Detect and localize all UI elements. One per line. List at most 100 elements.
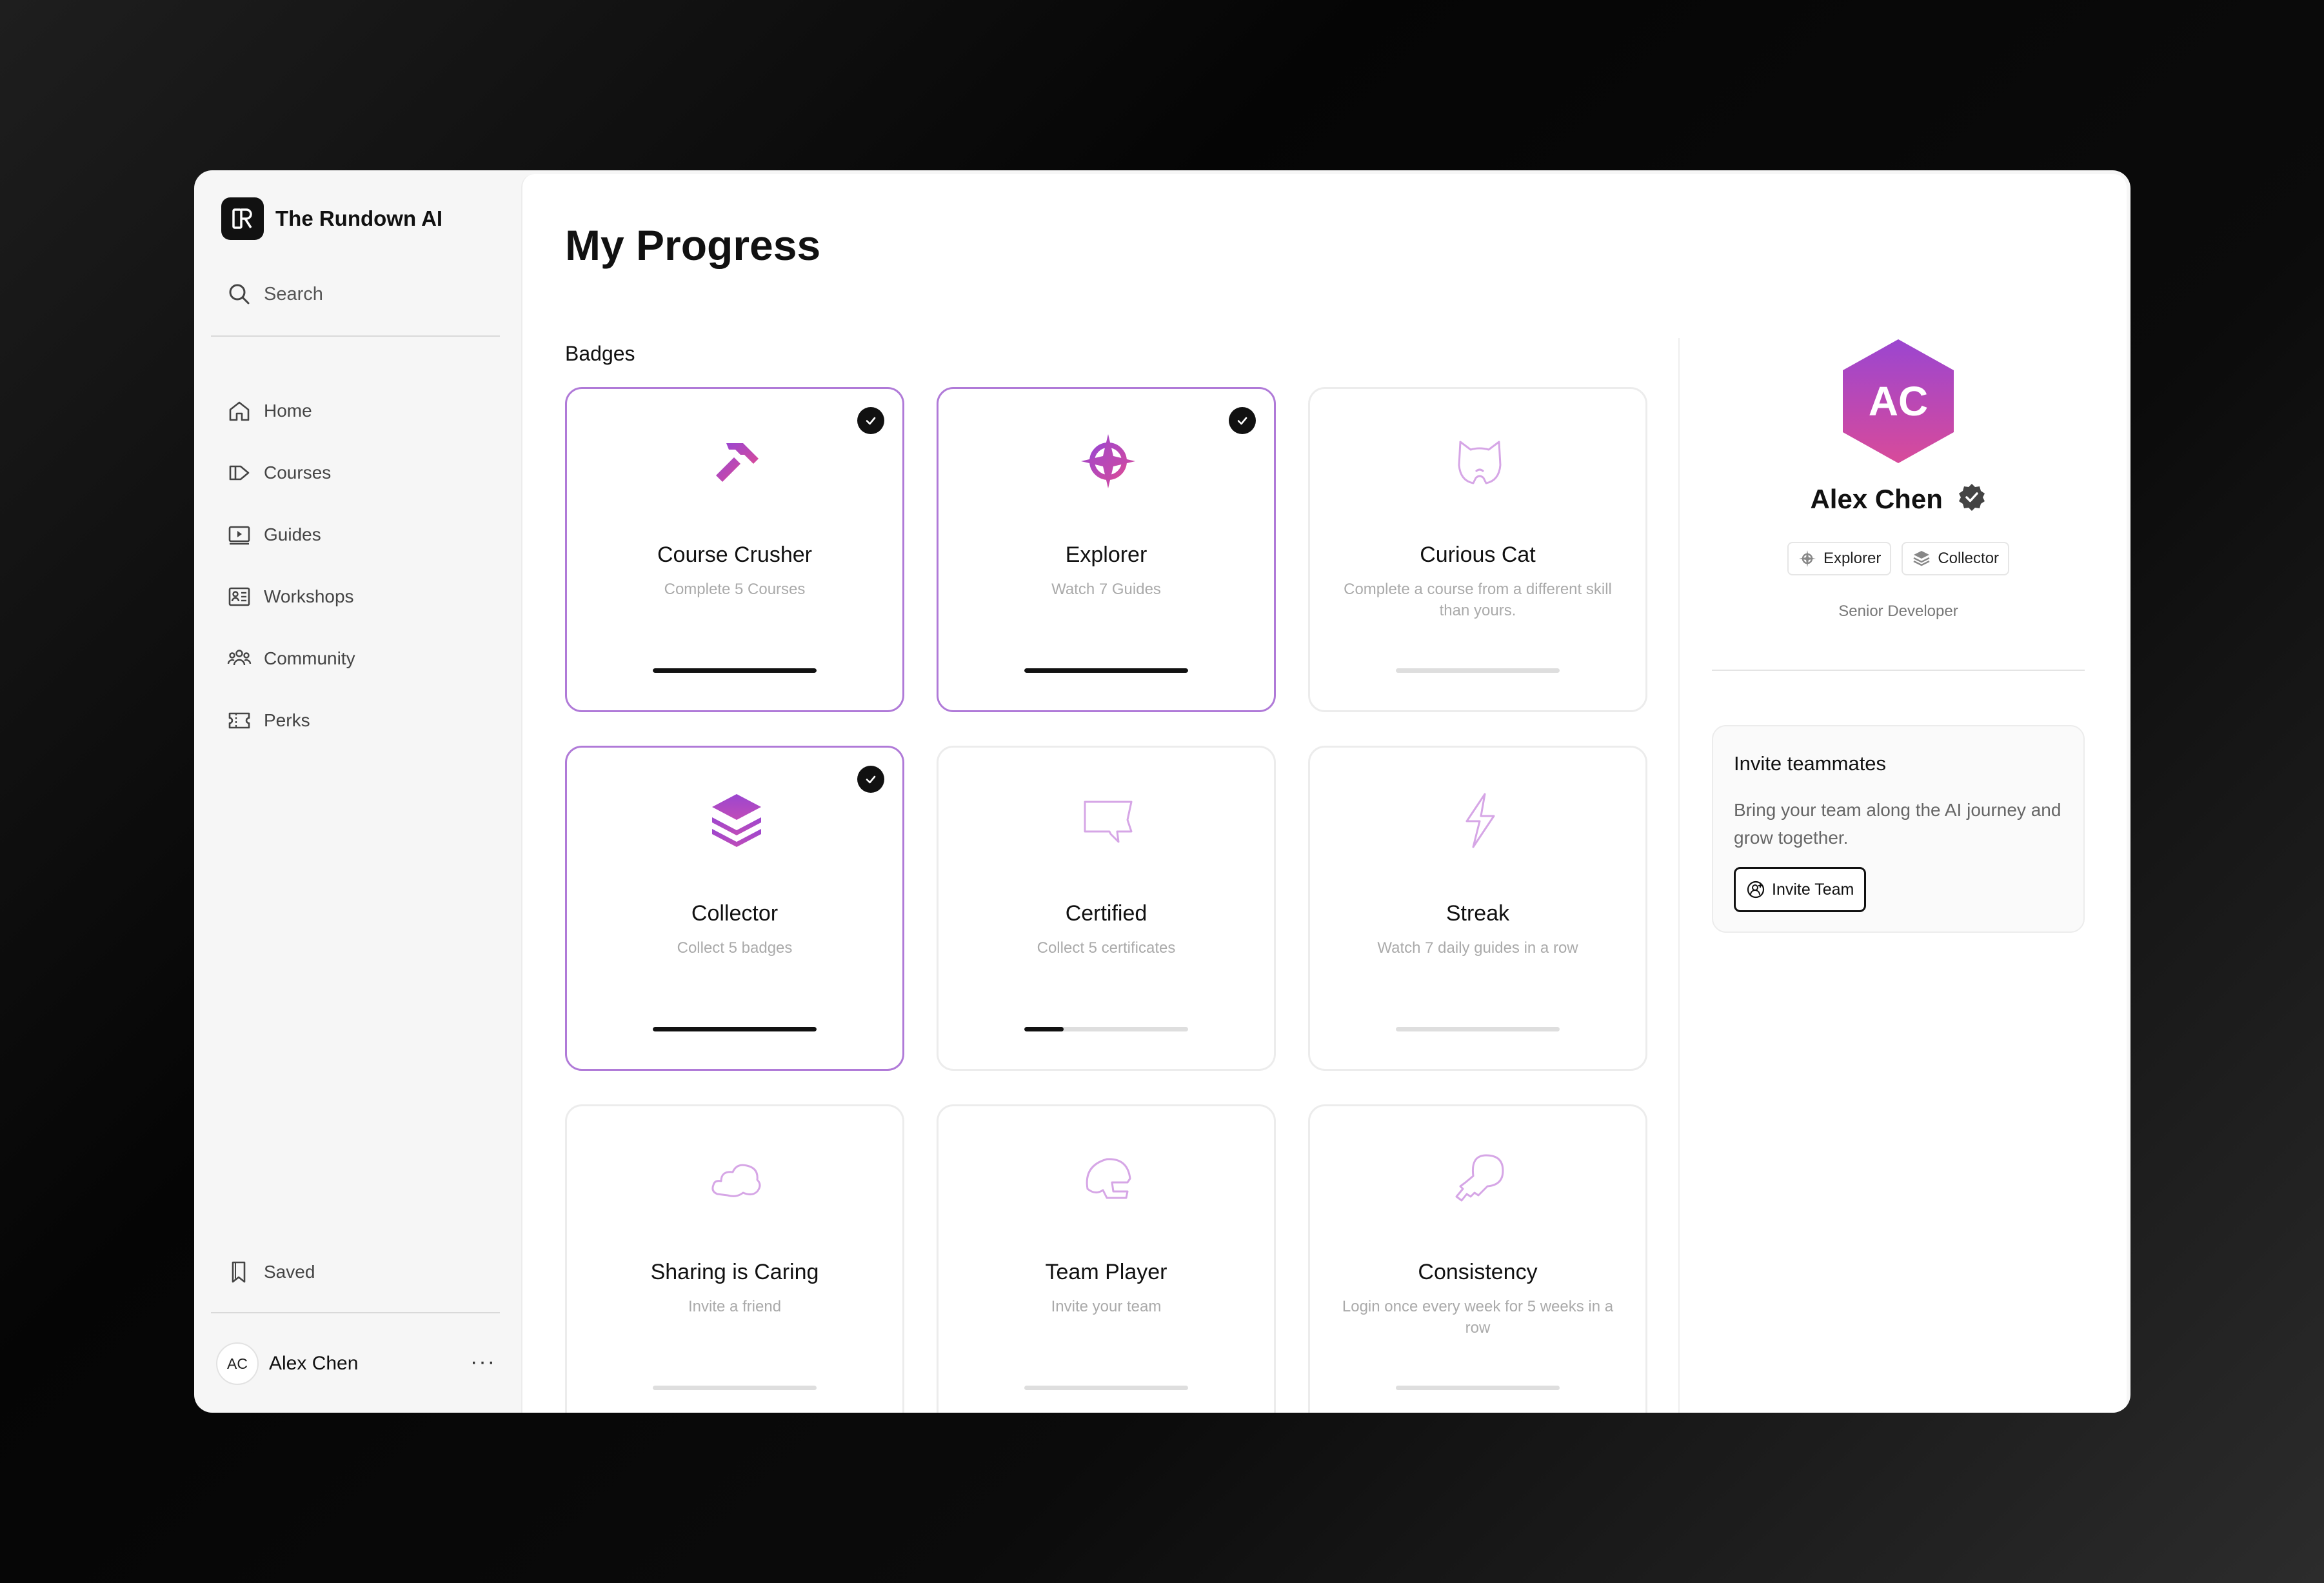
badge-card-explorer[interactable]: Explorer Watch 7 Guides	[937, 387, 1276, 712]
badge-name: Course Crusher	[657, 543, 812, 567]
badge-description: Collect 5 certificates	[1037, 939, 1176, 957]
invite-description: Bring your team along the AI journey and…	[1734, 800, 2061, 848]
badge-card-team-player[interactable]: Team Player Invite your team	[937, 1104, 1276, 1413]
app-window: The Rundown AI Search Home Courses Guide…	[194, 170, 2130, 1413]
badge-name: Team Player	[1045, 1260, 1167, 1284]
user-name: Alex Chen	[269, 1353, 359, 1374]
sidebar-item-perks[interactable]: Perks	[226, 690, 355, 752]
user-menu[interactable]: AC Alex Chen ···	[216, 1340, 500, 1387]
panel-divider	[1678, 338, 1680, 1413]
profile-divider	[1712, 670, 2085, 671]
badge-description: Invite your team	[1051, 1298, 1162, 1315]
progress-bar	[1024, 1386, 1188, 1390]
sidebar-item-label: Courses	[264, 463, 332, 483]
progress-bar	[1396, 1386, 1560, 1390]
rundown-logo-icon	[221, 197, 264, 240]
page-title: My Progress	[565, 221, 821, 269]
search-icon	[229, 284, 250, 304]
badges-heading: Badges	[565, 342, 635, 365]
sidebar-item-courses[interactable]: Courses	[226, 442, 355, 504]
community-icon	[227, 650, 252, 666]
badge-card-collector[interactable]: Collector Collect 5 badges	[565, 746, 904, 1071]
brand-name: The Rundown AI	[275, 206, 443, 230]
lightning-icon	[1465, 793, 1495, 848]
badge-name: Consistency	[1418, 1260, 1538, 1284]
sidebar: The Rundown AI Search Home Courses Guide…	[194, 170, 521, 1413]
search-button[interactable]: Search	[226, 279, 323, 310]
perks-icon	[228, 712, 250, 729]
compass-icon	[1798, 550, 1816, 567]
badge-name: Sharing is Caring	[650, 1260, 819, 1284]
badge-card-consistency[interactable]: Consistency Login once every week for 5 …	[1308, 1104, 1647, 1413]
badge-card-certified[interactable]: Certified Collect 5 certificates	[937, 746, 1276, 1071]
progress-bar	[1024, 668, 1188, 673]
badge-card-sharing-is-caring[interactable]: Sharing is Caring Invite a friend	[565, 1104, 904, 1413]
sidebar-item-label: Home	[264, 401, 312, 421]
badge-name: Explorer	[1065, 543, 1147, 567]
badge-card-course-crusher[interactable]: Course Crusher Complete 5 Courses	[565, 387, 904, 712]
badge-description: Login once every week for 5 weeks in a r…	[1342, 1298, 1614, 1337]
profile-name-row: Alex Chen	[1712, 483, 2085, 515]
invite-title: Invite teammates	[1734, 752, 1887, 775]
invite-card: Invite teammates Bring your team along t…	[1712, 725, 2085, 933]
certificate-icon	[1084, 801, 1133, 843]
workshops-icon	[228, 587, 250, 606]
avatar: AC	[216, 1342, 259, 1385]
sidebar-item-community[interactable]: Community	[226, 628, 355, 690]
layers-icon	[1913, 551, 1930, 566]
progress-bar	[653, 668, 817, 673]
sidebar-item-label: Guides	[264, 524, 321, 544]
bookmark-icon	[232, 1261, 246, 1283]
cat-icon	[1458, 441, 1502, 484]
chip-label: Explorer	[1823, 550, 1882, 567]
layers-icon	[712, 794, 761, 847]
checkmark-icon	[857, 407, 884, 434]
progress-bar	[653, 1027, 817, 1031]
invite-team-button[interactable]: Invite Team	[1734, 867, 1867, 912]
sidebar-item-home[interactable]: Home	[226, 380, 355, 442]
badge-card-streak[interactable]: Streak Watch 7 daily guides in a row	[1308, 746, 1647, 1071]
guides-icon	[228, 526, 250, 545]
cloud-icon	[711, 1164, 761, 1197]
sidebar-item-guides[interactable]: Guides	[226, 504, 355, 566]
brand[interactable]: The Rundown AI	[221, 197, 442, 240]
sidebar-divider	[211, 1312, 500, 1313]
chip-explorer[interactable]: Explorer	[1787, 542, 1892, 575]
profile-role: Senior Developer	[1838, 602, 1958, 620]
badge-name: Curious Cat	[1420, 543, 1536, 567]
badge-description: Collect 5 badges	[677, 939, 793, 957]
search-label: Search	[264, 283, 323, 304]
badge-name: Certified	[1065, 901, 1147, 926]
badge-name: Streak	[1445, 901, 1510, 926]
badge-name: Collector	[691, 901, 779, 926]
chip-label: Collector	[1938, 550, 2000, 567]
invite-button-label: Invite Team	[1772, 880, 1854, 899]
profile-name: Alex Chen	[1810, 484, 1943, 514]
key-icon	[1455, 1154, 1504, 1202]
sidebar-item-workshops[interactable]: Workshops	[226, 566, 355, 628]
badge-description: Complete 5 Courses	[664, 581, 806, 598]
courses-icon	[229, 465, 250, 481]
checkmark-icon	[857, 766, 884, 793]
badge-description: Invite a friend	[688, 1298, 782, 1315]
badge-description: Watch 7 daily guides in a row	[1377, 939, 1578, 957]
badge-card-curious-cat[interactable]: Curious Cat Complete a course from a dif…	[1308, 387, 1647, 712]
compass-icon	[1081, 434, 1135, 488]
badge-description: Watch 7 Guides	[1051, 581, 1161, 598]
sidebar-divider	[211, 335, 500, 337]
home-icon	[229, 401, 250, 421]
profile-badge-chips: Explorer Collector	[1712, 542, 2085, 575]
add-user-icon	[1747, 881, 1765, 899]
badge-description: Complete a course from a different skill…	[1344, 581, 1612, 619]
sidebar-item-label: Community	[264, 648, 355, 668]
hammer-icon	[716, 443, 759, 482]
saved-label: Saved	[264, 1262, 315, 1282]
more-options-button[interactable]: ···	[470, 1349, 496, 1375]
profile-initials: AC	[1868, 378, 1929, 424]
progress-bar	[653, 1386, 817, 1390]
checkmark-icon	[1229, 407, 1256, 434]
chip-collector[interactable]: Collector	[1902, 542, 2010, 575]
sidebar-item-saved[interactable]: Saved	[226, 1254, 315, 1290]
sidebar-item-label: Perks	[264, 710, 310, 730]
helmet-icon	[1086, 1158, 1131, 1199]
